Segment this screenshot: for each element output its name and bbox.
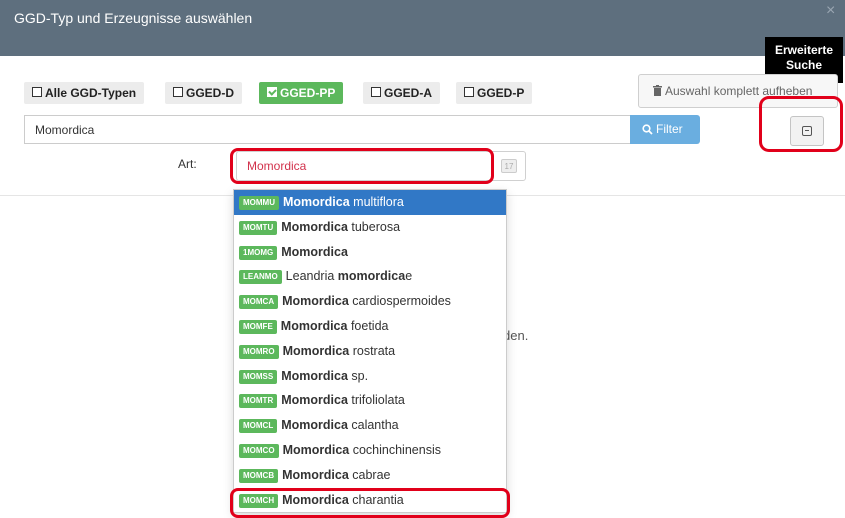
item-match: Momordica xyxy=(281,368,348,383)
type-filter-gged-d[interactable]: GGED-D xyxy=(165,82,242,104)
item-match: Momordica xyxy=(282,467,349,482)
code-badge: MOMSS xyxy=(239,369,278,384)
code-badge: MOMCO xyxy=(239,443,279,458)
item-suffix: cabrae xyxy=(348,467,391,482)
item-match: Momordica xyxy=(282,442,350,457)
item-prefix: Leandria xyxy=(285,269,338,284)
item-match: Momordica xyxy=(281,393,348,408)
item-suffix: sp. xyxy=(347,368,369,383)
item-match: Momordica xyxy=(282,294,349,309)
code-badge: MOMCL xyxy=(239,419,278,434)
code-badge: MOMTR xyxy=(239,394,278,409)
item-match: Momordica xyxy=(281,418,348,433)
result-count-badge: 17 xyxy=(501,159,517,173)
item-suffix: trifoliolata xyxy=(347,393,405,408)
type-filter-gged-a[interactable]: GGED-A xyxy=(363,82,440,104)
checkbox-icon xyxy=(173,87,183,97)
item-match: Momordica xyxy=(282,343,350,358)
filter-label: Filter xyxy=(656,122,683,136)
dropdown-item[interactable]: MOMSS Momordica sp. xyxy=(234,364,506,389)
item-match: Momordica xyxy=(280,318,348,333)
code-badge: MOMCA xyxy=(239,295,279,310)
item-match: Momordica xyxy=(281,244,348,259)
dropdown-item[interactable]: MOMMU Momordica multiflora xyxy=(234,190,506,215)
dropdown-item[interactable]: MOMCB Momordica cabrae xyxy=(234,463,506,488)
dropdown-item[interactable]: MOMCA Momordica cardiospermoides xyxy=(234,289,506,314)
art-label: Art: xyxy=(178,157,197,171)
item-suffix: foetida xyxy=(347,318,389,333)
trash-icon xyxy=(653,85,662,96)
dropdown-item[interactable]: MOMFE Momordica foetida xyxy=(234,314,506,339)
checkbox-icon xyxy=(464,87,474,97)
type-filter-all[interactable]: Alle GGD-Typen xyxy=(24,82,145,104)
close-icon[interactable]: × xyxy=(826,2,835,20)
dropdown-item[interactable]: MOMCL Momordica calantha xyxy=(234,413,506,438)
type-filter-label: GGED-P xyxy=(477,86,525,100)
code-badge: MOMFE xyxy=(239,319,277,334)
dialog-title: GGD-Typ und Erzeugnisse auswählen xyxy=(14,10,253,26)
advanced-search-highlight xyxy=(759,96,843,152)
dropdown-item[interactable]: MOMRO Momordica rostrata xyxy=(234,339,506,364)
checkbox-checked-icon xyxy=(267,87,277,97)
art-input-highlight xyxy=(230,148,494,184)
item-suffix: e xyxy=(405,269,413,284)
code-badge: MOMMU xyxy=(239,196,279,210)
search-input[interactable] xyxy=(24,115,630,144)
type-filter-label: GGED-A xyxy=(384,86,432,100)
dropdown-item[interactable]: MOMTU Momordica tuberosa xyxy=(234,215,506,240)
charantia-highlight xyxy=(230,488,510,518)
code-badge: 1MOMG xyxy=(239,245,278,260)
type-filter-gged-pp[interactable]: GGED-PP xyxy=(259,82,344,104)
code-badge: MOMCB xyxy=(239,468,279,483)
item-suffix: tuberosa xyxy=(347,219,401,234)
checkbox-icon xyxy=(371,87,381,97)
code-badge: MOMTU xyxy=(239,220,278,235)
type-filter-gged-p[interactable]: GGED-P xyxy=(456,82,533,104)
autocomplete-dropdown: MOMMU Momordica multiflora MOMTU Momordica… xyxy=(233,189,507,513)
dialog-header: GGD-Typ und Erzeugnisse auswählen × xyxy=(0,0,845,56)
checkbox-icon xyxy=(32,87,42,97)
type-filter-label: Alle GGD-Typen xyxy=(45,86,137,100)
item-suffix: multiflora xyxy=(349,195,404,209)
item-suffix: cardiospermoides xyxy=(348,294,451,309)
dropdown-item[interactable]: MOMCO Momordica cochinchinensis xyxy=(234,438,506,463)
item-suffix: cochinchinensis xyxy=(349,442,441,457)
type-filter-label: GGED-D xyxy=(186,86,234,100)
search-icon xyxy=(642,124,653,135)
item-suffix: rostrata xyxy=(349,343,396,358)
type-filter-label: GGED-PP xyxy=(280,86,336,100)
dropdown-item[interactable]: 1MOMG Momordica xyxy=(234,240,506,265)
code-badge: MOMRO xyxy=(239,344,279,359)
item-match: momordica xyxy=(337,269,406,284)
item-suffix: calantha xyxy=(347,418,399,433)
item-match: Momordica xyxy=(283,195,350,209)
filter-button[interactable]: Filter xyxy=(630,115,700,144)
dropdown-item[interactable]: MOMTR Momordica trifoliolata xyxy=(234,388,506,413)
dropdown-item[interactable]: LEANMO Leandria momordicae xyxy=(234,264,506,289)
code-badge: LEANMO xyxy=(239,270,282,285)
item-match: Momordica xyxy=(281,219,348,234)
